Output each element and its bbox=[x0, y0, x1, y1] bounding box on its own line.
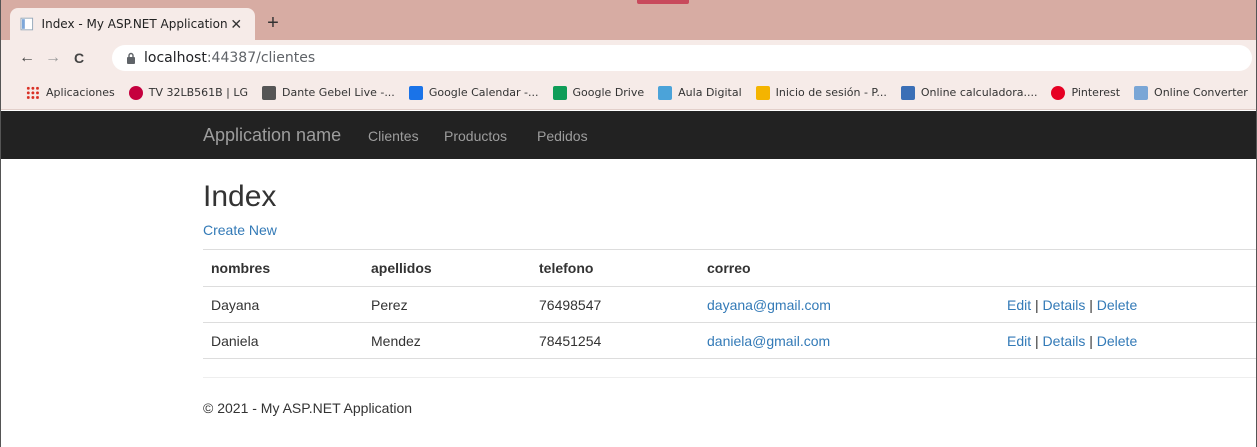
bookmark-item[interactable]: Online calculadora.... bbox=[900, 85, 1038, 100]
bookmark-label: Aula Digital bbox=[678, 86, 742, 99]
bookmark-item[interactable]: Aplicaciones bbox=[26, 85, 115, 100]
cell-telefono: 78451254 bbox=[531, 322, 699, 359]
lock-icon bbox=[127, 52, 135, 64]
clientes-table: nombres apellidos telefono correo Dayana… bbox=[203, 249, 1257, 359]
cell-nombres: Daniela bbox=[203, 322, 363, 359]
table-header-row: nombres apellidos telefono correo bbox=[203, 249, 1257, 287]
bookmark-label: Google Drive bbox=[572, 86, 645, 99]
footer-text: © 2021 - My ASP.NET Application bbox=[203, 400, 413, 416]
bookmark-item[interactable]: Google Drive bbox=[552, 85, 645, 100]
bookmark-item[interactable]: Dante Gebel Live -... bbox=[262, 85, 395, 100]
column-header-telefono: telefono bbox=[531, 249, 699, 287]
forward-button[interactable]: → bbox=[40, 49, 66, 67]
bookmark-item[interactable]: TV 32LB561B | LG bbox=[128, 85, 249, 100]
edit-link[interactable]: Edit bbox=[1007, 297, 1031, 313]
app-navbar: Application name Clientes Productos Pedi… bbox=[0, 111, 1257, 159]
brand-link[interactable]: Application name bbox=[203, 125, 341, 146]
cell-nombres: Dayana bbox=[203, 286, 363, 323]
cell-apellidos: Perez bbox=[363, 286, 531, 323]
url-path: :44387/clientes bbox=[206, 50, 316, 66]
cell-correo-link[interactable]: dayana@gmail.com bbox=[707, 297, 831, 313]
action-separator: | bbox=[1031, 296, 1043, 313]
cell-apellidos: Mendez bbox=[363, 322, 531, 359]
row-actions: Edit | Details | Delete bbox=[999, 322, 1257, 359]
edit-link[interactable]: Edit bbox=[1007, 333, 1031, 349]
page-title: Index bbox=[203, 180, 277, 213]
bookmark-label: Dante Gebel Live -... bbox=[282, 86, 395, 99]
bookmark-label: Inicio de sesión - P... bbox=[775, 86, 887, 99]
bookmark-label: Pinterest bbox=[1071, 86, 1121, 99]
bookmark-label: Google Calendar -... bbox=[428, 86, 539, 99]
dante-icon bbox=[262, 85, 277, 100]
nav-clientes[interactable]: Clientes bbox=[368, 128, 419, 144]
converter-icon bbox=[1134, 85, 1149, 100]
calculator-icon bbox=[900, 85, 915, 100]
details-link[interactable]: Details bbox=[1043, 297, 1086, 313]
nav-productos[interactable]: Productos bbox=[444, 128, 507, 144]
back-button[interactable]: ← bbox=[14, 49, 40, 67]
drive-icon bbox=[552, 85, 567, 100]
bookmark-item[interactable]: Online Converter bbox=[1134, 85, 1248, 100]
delete-link[interactable]: Delete bbox=[1097, 297, 1137, 313]
bookmark-label: Online calculadora.... bbox=[920, 86, 1038, 99]
column-header-nombres: nombres bbox=[203, 249, 363, 287]
aula-icon bbox=[658, 85, 673, 100]
cell-correo-link[interactable]: daniela@gmail.com bbox=[707, 333, 830, 349]
apps-grid-icon bbox=[26, 85, 40, 100]
address-bar[interactable]: localhost:44387/clientes bbox=[112, 45, 1252, 71]
pinterest-icon bbox=[1051, 85, 1066, 100]
bookmark-label: Online Converter bbox=[1154, 86, 1248, 99]
lg-icon bbox=[128, 85, 143, 100]
column-header-apellidos: apellidos bbox=[363, 249, 531, 287]
bookmark-item[interactable]: Inicio de sesión - P... bbox=[755, 85, 887, 100]
bookmark-item[interactable]: Pinterest bbox=[1051, 85, 1121, 100]
cell-telefono: 76498547 bbox=[531, 286, 699, 323]
column-header-correo: correo bbox=[699, 249, 999, 287]
row-actions: Edit | Details | Delete bbox=[999, 286, 1257, 323]
create-new-link[interactable]: Create New bbox=[203, 222, 277, 238]
nav-pedidos[interactable]: Pedidos bbox=[537, 128, 588, 144]
tab-title: Index - My ASP.NET Application bbox=[41, 17, 228, 31]
table-row: Daniela Mendez 78451254 daniela@gmail.co… bbox=[203, 322, 1257, 359]
details-link[interactable]: Details bbox=[1043, 333, 1086, 349]
browser-tab[interactable]: Index - My ASP.NET Application ✕ bbox=[10, 8, 255, 40]
column-header-actions bbox=[999, 249, 1257, 287]
bookmark-label: Aplicaciones bbox=[46, 86, 115, 99]
calendar-icon bbox=[408, 85, 423, 100]
tab-strip-accent bbox=[637, 0, 689, 4]
page-favicon-icon bbox=[20, 17, 34, 31]
tab-strip: Index - My ASP.NET Application ✕ + bbox=[0, 0, 1257, 40]
new-tab-button[interactable]: + bbox=[262, 12, 284, 34]
table-row: Dayana Perez 76498547 dayana@gmail.com E… bbox=[203, 286, 1257, 323]
action-separator: | bbox=[1085, 332, 1097, 349]
bookmark-item[interactable]: Aula Digital bbox=[658, 85, 742, 100]
action-separator: | bbox=[1085, 296, 1097, 313]
bookmarks-bar: Aplicaciones TV 32LB561B | LG Dante Gebel … bbox=[0, 76, 1257, 110]
action-separator: | bbox=[1031, 332, 1043, 349]
login-icon bbox=[755, 85, 770, 100]
bookmark-label: TV 32LB561B | LG bbox=[148, 86, 249, 99]
close-tab-icon[interactable]: ✕ bbox=[228, 16, 245, 33]
footer-divider bbox=[203, 377, 1257, 378]
url-host: localhost bbox=[144, 50, 207, 66]
bookmark-item[interactable]: Google Calendar -... bbox=[408, 85, 539, 100]
reload-button[interactable]: C bbox=[66, 50, 92, 66]
delete-link[interactable]: Delete bbox=[1097, 333, 1137, 349]
